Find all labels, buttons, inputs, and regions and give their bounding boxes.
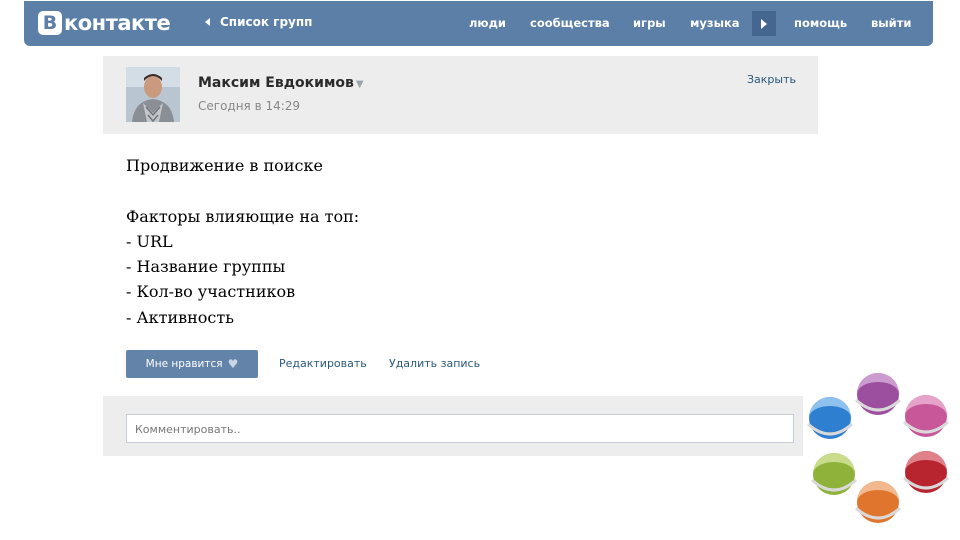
post-line: Факторы влияющие на топ: <box>126 206 360 226</box>
like-button[interactable]: Мне нравится ♥ <box>126 350 258 378</box>
play-icon <box>761 18 767 29</box>
vk-logo-text: контакте <box>64 11 171 35</box>
like-label: Мне нравится <box>145 358 223 370</box>
close-link[interactable]: Закрыть <box>747 73 796 86</box>
edit-link[interactable]: Редактировать <box>279 357 367 370</box>
post-header: Максим Евдокимов ▼ Сегодня в 14:29 Закрыт… <box>103 56 818 134</box>
red-circle-icon <box>902 451 950 493</box>
author-name: Максим Евдокимов <box>198 75 354 91</box>
post-line: - URL <box>126 231 173 251</box>
back-link-label: Список групп <box>220 15 313 29</box>
music-play-button[interactable] <box>752 11 776 36</box>
post-line: - Название группы <box>126 257 286 277</box>
back-arrow-icon <box>205 18 210 26</box>
post-author[interactable]: Максим Евдокимов ▼ <box>198 75 364 91</box>
post-line: - Кол-во участников <box>126 282 296 302</box>
delete-post-link[interactable]: Удалить запись <box>389 357 480 370</box>
decorative-circles <box>806 373 950 523</box>
nav-communities[interactable]: сообщества <box>530 16 610 30</box>
post-line: Продвижение в поиске <box>126 156 323 175</box>
nav-people[interactable]: люди <box>469 16 506 30</box>
nav-logout[interactable]: выйти <box>871 16 911 30</box>
post-line: - Активность <box>126 307 234 327</box>
pink-circle-icon <box>902 395 950 437</box>
green-circle-icon <box>810 453 858 495</box>
avatar-image <box>126 67 180 122</box>
purple-circle-icon <box>854 373 902 415</box>
back-to-groups-link[interactable]: Список групп <box>205 15 312 29</box>
blue-circle-icon <box>806 397 854 439</box>
comment-section: Комментировать.. <box>103 396 803 456</box>
nav-music[interactable]: музыка <box>690 16 740 30</box>
nav-games[interactable]: игры <box>633 16 666 30</box>
top-nav-bar: B контакте Список групп люди сообщества … <box>24 1 933 46</box>
vk-logo-box: B <box>38 11 62 35</box>
orange-circle-icon <box>854 481 902 523</box>
avatar[interactable] <box>126 67 180 122</box>
comment-input[interactable]: Комментировать.. <box>126 414 794 443</box>
vk-logo[interactable]: B контакте <box>38 10 171 36</box>
heart-icon: ♥ <box>227 357 239 371</box>
caret-down-icon[interactable]: ▼ <box>356 79 364 90</box>
nav-help[interactable]: помощь <box>794 16 847 30</box>
post-text: Продвижение в поиске Факторы влияющие на… <box>126 153 359 330</box>
post-timestamp[interactable]: Сегодня в 14:29 <box>198 99 300 113</box>
post-line <box>126 178 359 203</box>
